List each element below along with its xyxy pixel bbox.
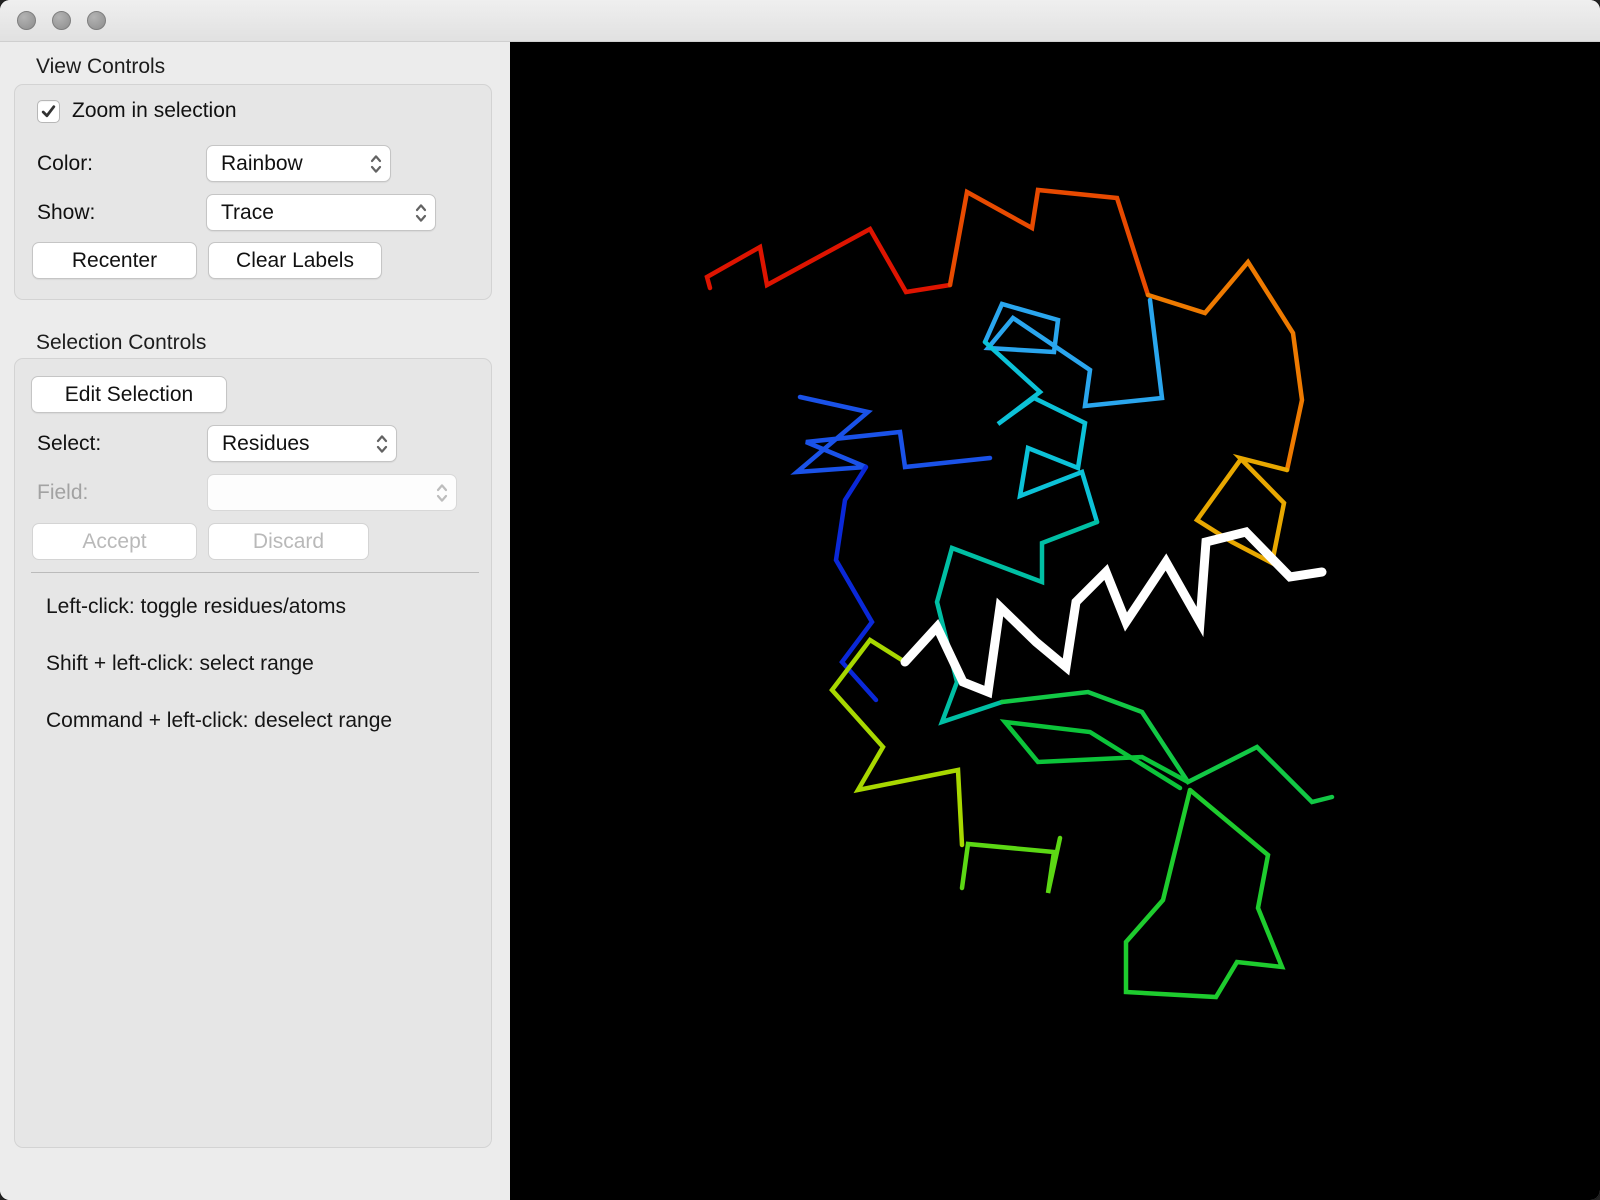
zoom-in-selection-label: Zoom in selection bbox=[72, 99, 237, 122]
trace-segment-orange-red bbox=[947, 187, 1151, 298]
accept-button[interactable]: Accept bbox=[32, 523, 197, 560]
trace-segment-blue bbox=[790, 394, 993, 475]
trace-segment-green-lower bbox=[1123, 787, 1286, 1000]
trace-segment-orange bbox=[1145, 258, 1305, 473]
trace-segment-green-upper bbox=[999, 689, 1335, 805]
app-window: View Controls Zoom in selection Color: R… bbox=[0, 0, 1600, 1200]
help-shift-left-click: Shift + left-click: select range bbox=[46, 652, 314, 675]
trace-segment-green-loop bbox=[999, 719, 1191, 791]
selection-controls-title: Selection Controls bbox=[36, 331, 207, 354]
edit-selection-button[interactable]: Edit Selection bbox=[31, 376, 227, 413]
checkmark-icon bbox=[41, 104, 56, 117]
show-dropdown-value: Trace bbox=[221, 201, 274, 224]
color-dropdown[interactable]: Rainbow bbox=[206, 145, 391, 182]
color-label: Color: bbox=[37, 152, 94, 175]
divider bbox=[31, 572, 479, 573]
sidebar: View Controls Zoom in selection Color: R… bbox=[0, 42, 510, 1200]
selection-controls-group: Edit Selection Select: Residues Field: A… bbox=[14, 358, 492, 1148]
molecule-viewport[interactable] bbox=[510, 42, 1600, 1200]
select-dropdown[interactable]: Residues bbox=[207, 425, 397, 462]
trace-segment-cyan bbox=[982, 339, 1100, 525]
stepper-icon bbox=[414, 201, 428, 225]
stepper-icon bbox=[375, 432, 389, 456]
recenter-button[interactable]: Recenter bbox=[32, 242, 197, 279]
molecule-trace bbox=[704, 187, 1335, 1000]
clear-labels-button[interactable]: Clear Labels bbox=[208, 242, 382, 279]
field-label: Field: bbox=[37, 481, 89, 504]
trace-segment-dark-blue bbox=[833, 464, 879, 703]
zoom-in-selection-row: Zoom in selection bbox=[37, 99, 237, 123]
view-controls-group: Zoom in selection Color: Rainbow Show: T… bbox=[14, 84, 492, 300]
stepper-icon bbox=[369, 152, 383, 176]
traffic-lights bbox=[17, 11, 106, 30]
minimize-button[interactable] bbox=[52, 11, 71, 30]
color-dropdown-value: Rainbow bbox=[221, 152, 303, 175]
stepper-icon bbox=[435, 481, 449, 505]
trace-segment-lime bbox=[959, 835, 1063, 894]
discard-button[interactable]: Discard bbox=[208, 523, 369, 560]
select-dropdown-value: Residues bbox=[222, 432, 310, 455]
close-button[interactable] bbox=[17, 11, 36, 30]
zoom-window-button[interactable] bbox=[87, 11, 106, 30]
show-label: Show: bbox=[37, 201, 96, 224]
zoom-in-selection-checkbox[interactable] bbox=[37, 99, 60, 123]
help-left-click: Left-click: toggle residues/atoms bbox=[46, 595, 346, 618]
trace-segment-red bbox=[704, 225, 953, 295]
field-dropdown[interactable] bbox=[207, 474, 457, 511]
select-label: Select: bbox=[37, 432, 102, 455]
view-controls-title: View Controls bbox=[36, 55, 166, 78]
title-bar[interactable] bbox=[0, 0, 1600, 42]
help-command-left-click: Command + left-click: deselect range bbox=[46, 709, 393, 732]
trace-segment-sky-blue bbox=[982, 297, 1165, 409]
show-dropdown[interactable]: Trace bbox=[206, 194, 436, 231]
trace-segment-gold bbox=[1193, 453, 1290, 567]
